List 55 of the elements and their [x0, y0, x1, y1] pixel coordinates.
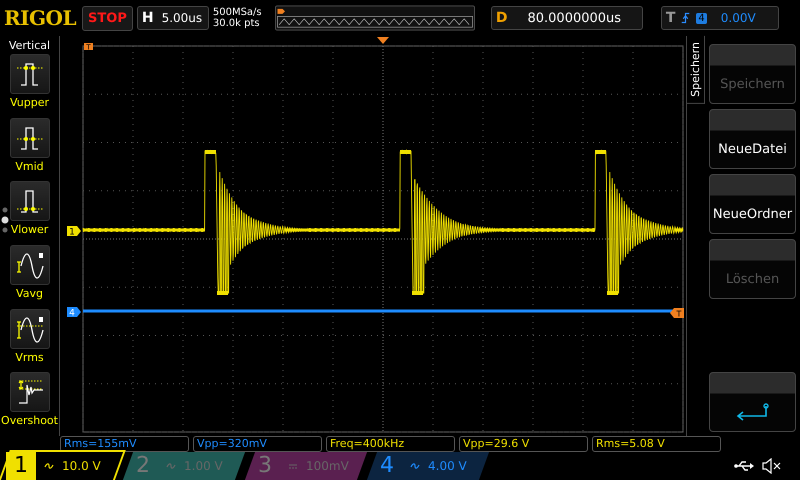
run-stop-indicator[interactable]: STOP: [82, 6, 133, 30]
channel-scale: 1.00 V: [184, 459, 223, 473]
ac-coupling-icon: [166, 462, 176, 470]
memory-depth: 30.0k pts: [212, 18, 261, 29]
dc-coupling-icon: [288, 462, 298, 470]
measure-button[interactable]: [10, 372, 50, 412]
measurement-readout: Rms=5.08 V: [592, 436, 721, 452]
sine-measure-icon: [14, 250, 44, 280]
measure-button[interactable]: [10, 181, 50, 222]
menu-title: Speichern: [687, 36, 705, 104]
delay-panel[interactable]: D 80.0000000us: [490, 6, 643, 30]
menu-button[interactable]: NeueOrdner: [709, 174, 796, 234]
measure-label: Vmid: [15, 160, 44, 173]
channel-number: 1: [6, 452, 36, 480]
channel-scale: 4.00 V: [428, 459, 467, 473]
channel-tab[interactable]: 4 4.00 V: [366, 452, 490, 480]
sample-rate: 500MSa/s: [212, 7, 263, 18]
channel-number: 2: [135, 452, 151, 480]
measure-button[interactable]: [10, 54, 50, 94]
measure-button[interactable]: [10, 245, 50, 286]
channel-scale: 10.0 V: [62, 459, 101, 473]
usb-icon: [734, 460, 754, 472]
measure-label: Vlower: [10, 223, 48, 236]
trigger-level: 0.00V: [720, 11, 756, 25]
trigger-level-marker: T: [670, 308, 684, 318]
measurement-readout: Vpp=320mV: [193, 436, 322, 452]
measure-button[interactable]: [10, 308, 50, 349]
back-button[interactable]: [709, 372, 796, 432]
timebase-panel[interactable]: H 5.00us: [136, 6, 209, 30]
measure-label: Overshoot: [1, 414, 58, 428]
channel-scale: 100mV: [306, 459, 349, 473]
rising-edge-icon: [681, 11, 690, 25]
trigger-source-badge: 4: [696, 12, 707, 24]
channel-marker[interactable]: 1: [67, 226, 81, 238]
measure-label: Vupper: [10, 96, 49, 109]
channel-tab[interactable]: 1 10.0 V: [0, 452, 124, 480]
brand-logo: RIGOL: [4, 6, 76, 30]
delay-value: 80.0000000us: [527, 10, 622, 26]
measurement-readout: Vpp=29.6 V: [459, 436, 588, 452]
horizontal-label: H: [142, 10, 154, 26]
trigger-panel[interactable]: T 4 0.00V: [660, 6, 779, 30]
ac-coupling-icon: [44, 462, 54, 470]
measure-label: Vavg: [16, 287, 43, 300]
menu-title: Vertical: [8, 39, 50, 52]
ac-coupling-icon: [410, 462, 420, 470]
timebase-value: 5.00us: [162, 11, 202, 25]
channel-number: 3: [257, 452, 273, 480]
measure-button[interactable]: [10, 118, 50, 158]
trigger-label: T: [666, 10, 676, 26]
delay-label: D: [496, 10, 508, 26]
measurement-readout: Freq=400kHz: [326, 436, 455, 452]
menu-button[interactable]: NeueDatei: [709, 109, 796, 169]
measure-label: Vrms: [15, 350, 44, 364]
channel-number: 4: [379, 452, 395, 480]
channel-marker[interactable]: 4: [67, 307, 81, 318]
